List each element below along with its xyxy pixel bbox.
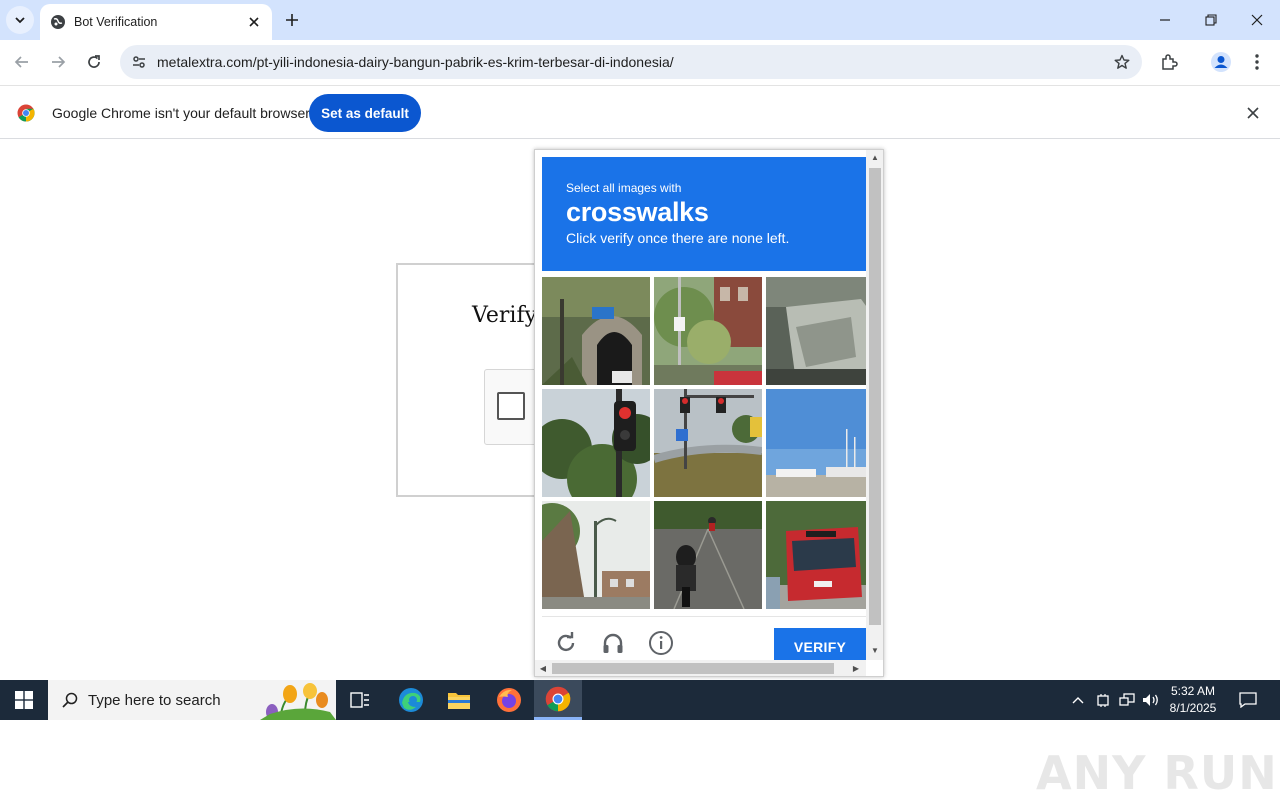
scroll-left-icon[interactable]: ◀ <box>538 663 548 674</box>
horizontal-scrollbar[interactable]: ◀ ▶ <box>535 660 866 676</box>
chrome-icon[interactable] <box>534 680 582 720</box>
clock-date: 8/1/2025 <box>1169 701 1217 715</box>
restore-button[interactable] <box>1188 0 1234 40</box>
horizontal-scroll-thumb[interactable] <box>552 663 834 674</box>
default-browser-infobar: Google Chrome isn't your default browser… <box>0 87 1280 139</box>
captcha-header: Select all images with crosswalks Click … <box>542 157 866 271</box>
vertical-scrollbar[interactable]: ▲ ▼ <box>866 150 883 660</box>
captcha-tile-street-sign-trees[interactable] <box>654 277 762 385</box>
show-hidden-icons-chevron-icon[interactable] <box>1068 680 1088 720</box>
captcha-tile-traffic-light-highway[interactable] <box>654 389 762 497</box>
vertical-scroll-thumb[interactable] <box>869 168 881 625</box>
search-icon <box>62 692 78 708</box>
notification-center-icon[interactable] <box>1232 680 1264 720</box>
tab-title: Bot Verification <box>74 15 158 29</box>
forward-button[interactable] <box>43 47 73 77</box>
scroll-right-icon[interactable]: ▶ <box>851 663 861 674</box>
address-bar[interactable]: metalextra.com/pt-yili-indonesia-dairy-b… <box>120 45 1142 79</box>
captcha-tile-garbage-truck[interactable] <box>766 277 874 385</box>
minimize-icon <box>1160 19 1170 21</box>
volume-icon[interactable] <box>1140 680 1162 720</box>
taskbar-search-box[interactable]: Type here to search <box>48 680 336 720</box>
captcha-image-grid <box>542 277 874 610</box>
new-tab-button[interactable] <box>280 8 304 32</box>
captcha-tile-streetlamp-building[interactable] <box>542 501 650 609</box>
reload-button[interactable] <box>79 47 109 77</box>
site-settings-icon[interactable] <box>126 49 152 75</box>
arrow-right-icon <box>52 56 66 68</box>
captcha-checkbox[interactable] <box>497 392 525 420</box>
bookmark-star-icon[interactable] <box>1112 52 1132 72</box>
verification-card: Verify <box>396 263 564 497</box>
reload-icon <box>88 55 100 68</box>
device-icon[interactable] <box>1093 680 1113 720</box>
info-icon[interactable] <box>647 629 675 657</box>
reload-icon[interactable] <box>552 629 580 657</box>
close-icon[interactable] <box>1244 104 1262 122</box>
captcha-tile-motorcycle-road[interactable] <box>654 501 762 609</box>
set-as-default-button[interactable]: Set as default <box>309 94 421 132</box>
chevron-down-icon <box>15 17 25 24</box>
toolbar: metalextra.com/pt-yili-indonesia-dairy-b… <box>0 40 1280 86</box>
file-explorer-icon[interactable] <box>435 680 483 720</box>
url-text[interactable]: metalextra.com/pt-yili-indonesia-dairy-b… <box>157 54 674 70</box>
profile-avatar-icon[interactable] <box>1208 49 1234 75</box>
scroll-down-icon[interactable]: ▼ <box>870 646 880 656</box>
anyrun-watermark: ANY RUN <box>1036 746 1278 800</box>
edge-icon[interactable] <box>387 680 435 720</box>
back-button[interactable] <box>7 47 37 77</box>
captcha-subtext: Click verify once there are none left. <box>566 230 790 246</box>
captcha-instruction: Select all images with <box>566 181 682 195</box>
task-view-icon[interactable] <box>336 680 384 720</box>
tab-strip: Bot Verification <box>0 0 1280 40</box>
system-clock[interactable]: 5:32 AM 8/1/2025 <box>1162 683 1224 717</box>
captcha-tile-tunnel-road[interactable] <box>542 277 650 385</box>
tulip-illustration-icon <box>260 683 336 720</box>
extensions-icon[interactable] <box>1156 49 1182 75</box>
tab-search-button[interactable] <box>6 6 34 34</box>
close-icon <box>1251 14 1263 26</box>
infobar-message: Google Chrome isn't your default browser <box>52 105 310 121</box>
close-icon[interactable] <box>244 12 264 32</box>
chrome-logo-icon <box>17 104 35 122</box>
globe-icon <box>50 14 66 30</box>
start-button[interactable] <box>0 680 48 720</box>
minimize-button[interactable] <box>1142 0 1188 40</box>
verify-heading: Verify <box>472 303 538 328</box>
captcha-target: crosswalks <box>566 197 709 227</box>
captcha-challenge: Select all images with crosswalks Click … <box>534 149 884 677</box>
kebab-menu-icon[interactable] <box>1244 49 1270 75</box>
scroll-up-icon[interactable]: ▲ <box>870 153 880 163</box>
arrow-left-icon <box>14 56 28 68</box>
captcha-tile-harbor-boats[interactable] <box>766 389 874 497</box>
firefox-icon[interactable] <box>485 680 533 720</box>
windows-logo-icon <box>15 691 33 709</box>
tab-active[interactable]: Bot Verification <box>40 4 272 40</box>
captcha-footer: VERIFY <box>542 616 866 666</box>
captcha-tile-red-bus[interactable] <box>766 501 874 609</box>
audio-headphones-icon[interactable] <box>599 629 627 657</box>
restore-icon <box>1205 14 1217 26</box>
plus-icon <box>286 14 298 26</box>
captcha-tile-traffic-light-trees[interactable] <box>542 389 650 497</box>
close-window-button[interactable] <box>1234 0 1280 40</box>
network-icon[interactable] <box>1116 680 1138 720</box>
clock-time: 5:32 AM <box>1170 684 1216 698</box>
windows-taskbar: Type here to search 5:32 AM 8/1/2025 <box>0 680 1280 720</box>
search-placeholder: Type here to search <box>88 691 221 709</box>
